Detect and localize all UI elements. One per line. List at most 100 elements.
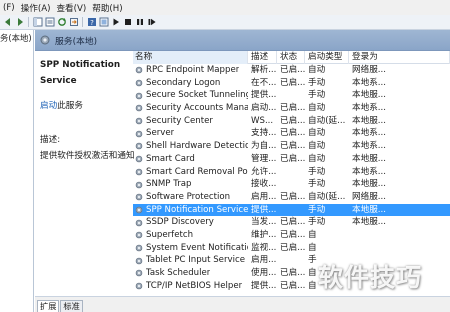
cell-description: 管理... <box>251 153 277 164</box>
description-panel: SPP Notification Service 启动此服务 描述: 提供软件授… <box>35 51 135 300</box>
table-row[interactable]: Superfetch 维护... 已启... 自 <box>133 229 450 242</box>
cell-logon-as: 网络服... <box>352 191 386 202</box>
cell-name: Task Scheduler <box>133 267 248 280</box>
cell-status: 已启... <box>280 280 305 291</box>
tree-item-services[interactable]: 务(本地) <box>0 30 33 44</box>
service-gear-icon <box>135 231 143 239</box>
help-icon[interactable]: ? <box>86 17 97 28</box>
service-name: Security Center <box>146 115 213 126</box>
cell-startup-type: 手动 <box>308 90 326 101</box>
menu-action[interactable]: 操作(A) <box>18 2 54 14</box>
cell-description: 监视... <box>251 242 277 253</box>
cell-description: 为自... <box>251 141 277 152</box>
cell-logon-as: 网络服... <box>352 65 386 75</box>
table-row[interactable]: Security Accounts Mana... 启动... 已启... 自动 本地系… <box>133 102 450 115</box>
table-header: 名称 描述 状态 启动类型 登录为 <box>133 51 450 64</box>
page-title: 服务(本地) <box>55 36 98 47</box>
cell-status <box>277 254 305 267</box>
start-service-icon[interactable] <box>110 17 121 28</box>
cell-name: RPC Endpoint Mapper <box>133 64 248 77</box>
column-header-description[interactable]: 描述 <box>248 51 277 64</box>
table-row[interactable]: SSDP Discovery 当发... 已启... 手动 本地服... <box>133 216 450 229</box>
cell-status: 已启... <box>280 141 305 152</box>
table-row[interactable]: Secondary Logon 在不... 已启... 手动 本地系... <box>133 77 450 90</box>
pause-service-icon[interactable] <box>134 17 145 28</box>
cell-status <box>277 178 305 191</box>
cell-description: 解析... <box>251 65 277 75</box>
cell-startup-type: 自动(延... <box>308 115 346 126</box>
service-name: Server <box>146 128 175 139</box>
service-name: Security Accounts Mana... <box>146 103 248 114</box>
column-header-logon-as[interactable]: 登录为 <box>349 51 450 64</box>
service-gear-icon <box>135 130 143 138</box>
cell-logon-as: 本地服... <box>352 217 386 228</box>
table-row[interactable]: Software Protection 启用... 已启... 自动(延... 网络服.… <box>133 191 450 204</box>
cell-name: Smart Card Removal Poli... <box>133 166 248 179</box>
service-name: Software Protection <box>146 191 231 202</box>
view-icon[interactable] <box>98 17 109 28</box>
cell-status <box>277 166 305 179</box>
stop-service-icon[interactable] <box>122 17 133 28</box>
cell-description: 维护... <box>251 229 277 240</box>
column-header-status[interactable]: 状态 <box>277 51 305 64</box>
cell-description: 提供... <box>251 280 277 291</box>
restart-service-icon[interactable] <box>146 17 157 28</box>
service-gear-icon <box>135 282 143 290</box>
view-tabs: 扩展 标准 <box>35 296 450 312</box>
cell-name: System Event Notificatio... <box>133 242 248 255</box>
cell-status: 已启... <box>280 103 305 114</box>
service-name: SNMP Trap <box>146 179 192 190</box>
menu-view[interactable]: 查看(V) <box>53 2 89 14</box>
menu-file[interactable]: (F) <box>0 3 18 13</box>
service-gear-icon <box>135 181 143 188</box>
refresh-icon[interactable] <box>56 17 67 28</box>
table-row[interactable]: System Event Notificatio...监视...已启...自 <box>133 242 450 255</box>
services-gear-icon <box>40 35 50 45</box>
service-name: Secondary Logon <box>146 77 221 88</box>
service-name: TCP/IP NetBIOS Helper <box>146 280 243 291</box>
menu-help[interactable]: 帮助(H) <box>89 2 125 14</box>
description-label: 描述: <box>40 135 61 145</box>
cell-status: 已启... <box>280 268 305 278</box>
service-name: RPC Endpoint Mapper <box>146 65 240 75</box>
service-name: Secure Socket Tunneling ... <box>146 90 248 101</box>
service-name: SSDP Discovery <box>146 217 214 228</box>
column-header-name[interactable]: 名称 <box>133 51 248 64</box>
cell-description: 在不... <box>251 77 277 88</box>
cell-name: SPP Notification Service <box>133 204 248 217</box>
service-gear-icon <box>135 155 143 163</box>
service-gear-icon <box>135 92 143 100</box>
service-name: SPP Notification Service <box>146 204 248 215</box>
service-gear-icon <box>135 244 143 252</box>
cell-description: 当发... <box>251 217 277 228</box>
cell-startup-type: 自动 <box>308 65 326 75</box>
table-row[interactable]: RPC Endpoint Mapper 解析... 已启... 自动 网络服... <box>133 64 450 77</box>
table-row[interactable]: Smart Card Removal Poli...允许... 手动 本地系... <box>133 166 450 179</box>
start-service-link-line: 启动此服务 <box>40 99 129 111</box>
table-row[interactable]: Security Center WS... 已启... 自动(延... 本地服... <box>133 115 450 128</box>
cell-name: Smart Card <box>133 153 248 166</box>
cell-startup-type: 手动 <box>308 179 326 190</box>
start-service-link[interactable]: 启动 <box>40 101 57 111</box>
table-row[interactable]: Smart Card 管理... 已启... 自动 本地服... <box>133 153 450 166</box>
cell-startup-type: 自 <box>308 229 317 240</box>
table-row[interactable]: Secure Socket Tunneling ...提供... 手动 本地服... <box>133 89 450 102</box>
table-row[interactable]: SNMP Trap 接收... 手动 本地服... <box>133 178 450 191</box>
table-row[interactable]: Shell Hardware Detection 为自... 已启... 自动 本地系.… <box>133 140 450 153</box>
cell-startup-type: 自动 <box>308 103 326 114</box>
properties-icon[interactable] <box>44 17 55 28</box>
table-row[interactable]: SPP Notification Service 提供... 手动 本地服... <box>133 203 450 217</box>
cell-startup-type: 手动 <box>308 77 326 88</box>
forward-icon[interactable] <box>14 17 25 28</box>
column-header-startup-type[interactable]: 启动类型 <box>305 51 349 64</box>
cell-startup-type: 自动(延... <box>308 191 346 202</box>
export-icon[interactable] <box>68 17 79 28</box>
back-icon[interactable] <box>2 17 13 28</box>
table-row[interactable]: Server 支持... 已启... 自动 本地系... <box>133 127 450 140</box>
tab-standard[interactable]: 标准 <box>60 300 83 312</box>
console-tree-icon[interactable] <box>32 17 43 28</box>
tab-extended[interactable]: 扩展 <box>37 300 60 312</box>
service-gear-icon <box>135 257 143 264</box>
cell-status: 已启... <box>280 153 305 164</box>
cell-logon-as: 本地服... <box>352 90 386 101</box>
